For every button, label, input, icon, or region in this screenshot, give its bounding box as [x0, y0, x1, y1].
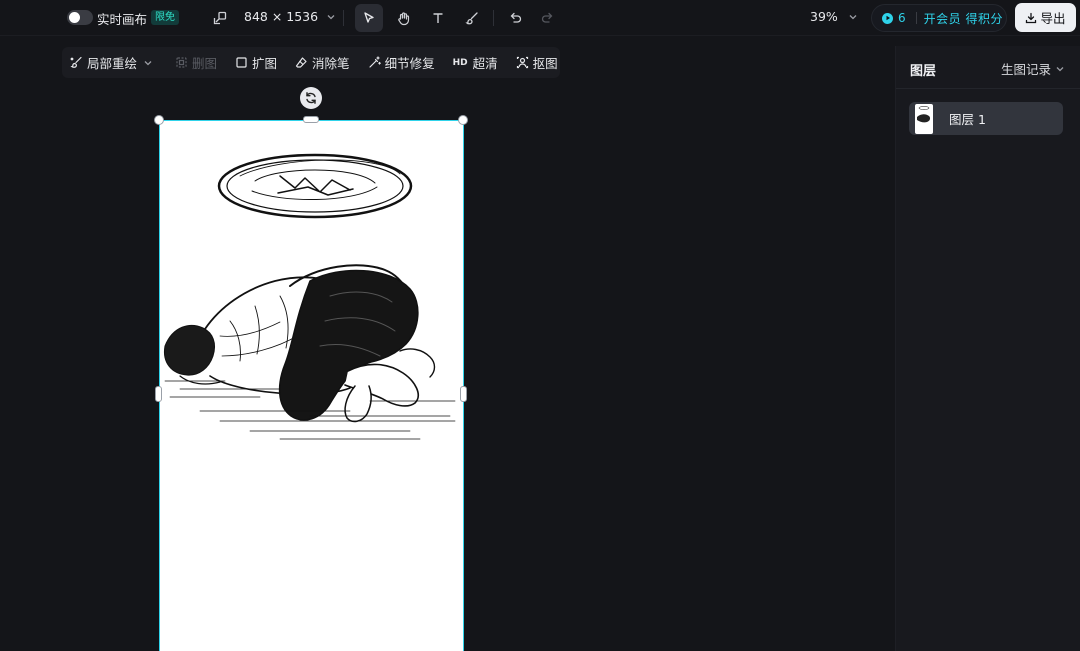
inpaint-button[interactable]: 局部重绘: [70, 53, 157, 72]
canvas-dimensions[interactable]: 848 × 1536: [244, 9, 336, 24]
divider: [493, 10, 494, 26]
canvas-artboard[interactable]: [159, 120, 464, 651]
magic-wand-icon: [368, 56, 381, 68]
resize-handle-right[interactable]: [460, 386, 467, 402]
hand-icon: [397, 11, 409, 25]
cutout-button[interactable]: 删图: [175, 53, 217, 72]
matting-label: 抠图: [532, 56, 558, 71]
divider: [343, 10, 344, 26]
detail-fix-button[interactable]: 细节修复: [368, 53, 435, 72]
brush-tool-button[interactable]: [458, 4, 486, 32]
free-badge: 限免: [151, 10, 179, 25]
layers-panel: 图层 生图记录 图层 1: [895, 46, 1080, 651]
divider: [896, 88, 1080, 89]
rotate-handle[interactable]: [300, 87, 322, 109]
eraser-button[interactable]: 消除笔: [295, 53, 350, 72]
chevron-down-icon: [849, 14, 857, 19]
undo-button[interactable]: [501, 4, 529, 32]
select-tool-button[interactable]: [355, 4, 383, 32]
zoom-value: 39%: [810, 9, 838, 24]
sketch-illustration: [163, 153, 456, 440]
undo-icon: [510, 12, 521, 23]
realtime-canvas-toggle[interactable]: [67, 10, 93, 25]
chevron-down-icon: [327, 14, 335, 19]
eraser-label: 消除笔: [312, 56, 350, 71]
person-cutout-icon: [516, 56, 528, 69]
eraser-icon: [295, 57, 307, 68]
cursor-arrow-icon: [364, 12, 374, 23]
export-button[interactable]: 导出: [1015, 3, 1076, 32]
layers-panel-title: 图层: [910, 64, 937, 79]
download-icon: [1026, 12, 1037, 23]
brush-icon: [70, 56, 82, 68]
chevron-down-icon: [1056, 66, 1064, 71]
brush-icon: [465, 12, 478, 25]
zoom-select[interactable]: 39%: [810, 9, 858, 24]
expand-label: 扩图: [252, 56, 278, 71]
upscale-label: 超清: [472, 56, 498, 71]
crop-icon: [176, 57, 187, 68]
cutout-label: 删图: [192, 56, 218, 71]
divider: [915, 12, 917, 24]
chevron-down-icon: [144, 60, 152, 65]
points-count: 6: [898, 11, 906, 25]
upscale-button[interactable]: HD 超清: [453, 53, 498, 72]
canvas-dimensions-value: 848 × 1536: [244, 9, 319, 24]
generation-history-button[interactable]: 生图记录: [1001, 59, 1065, 78]
play-icon: [882, 12, 893, 24]
top-bar: 实时画布 限免 848 × 1536 39% 6 开会员 得积分 导出: [0, 0, 1080, 36]
vip-text: 开会员 得积分: [923, 11, 1003, 26]
detail-fix-label: 细节修复: [384, 56, 435, 71]
resize-canvas-button[interactable]: [206, 4, 234, 32]
layer-item[interactable]: 图层 1: [909, 102, 1063, 135]
generation-history-label: 生图记录: [1001, 62, 1052, 77]
inpaint-label: 局部重绘: [87, 56, 138, 71]
matting-button[interactable]: 抠图: [516, 53, 558, 72]
expand-icon: [236, 57, 247, 68]
text-icon: [433, 13, 443, 23]
export-label: 导出: [1040, 11, 1066, 26]
resize-handle-top[interactable]: [303, 116, 319, 123]
realtime-canvas-label: 实时画布: [97, 12, 148, 27]
resize-handle-top-right[interactable]: [458, 115, 468, 125]
layer-name: 图层 1: [949, 112, 986, 127]
canvas-toolbar: 局部重绘 删图 扩图 消除笔 细节修复 HD 超清 抠图: [62, 47, 560, 78]
resize-handle-left[interactable]: [155, 386, 162, 402]
rotate-icon: [306, 92, 316, 104]
layer-thumbnail: [915, 103, 933, 134]
redo-icon: [541, 12, 552, 23]
expand-button[interactable]: 扩图: [235, 53, 277, 72]
text-tool-button[interactable]: [424, 4, 452, 32]
vip-points-pill[interactable]: 6 开会员 得积分: [871, 4, 1007, 32]
hd-icon: HD: [452, 57, 468, 68]
resize-handle-top-left[interactable]: [154, 115, 164, 125]
redo-button[interactable]: [533, 4, 561, 32]
resize-icon: [213, 11, 227, 25]
hand-tool-button[interactable]: [389, 4, 417, 32]
